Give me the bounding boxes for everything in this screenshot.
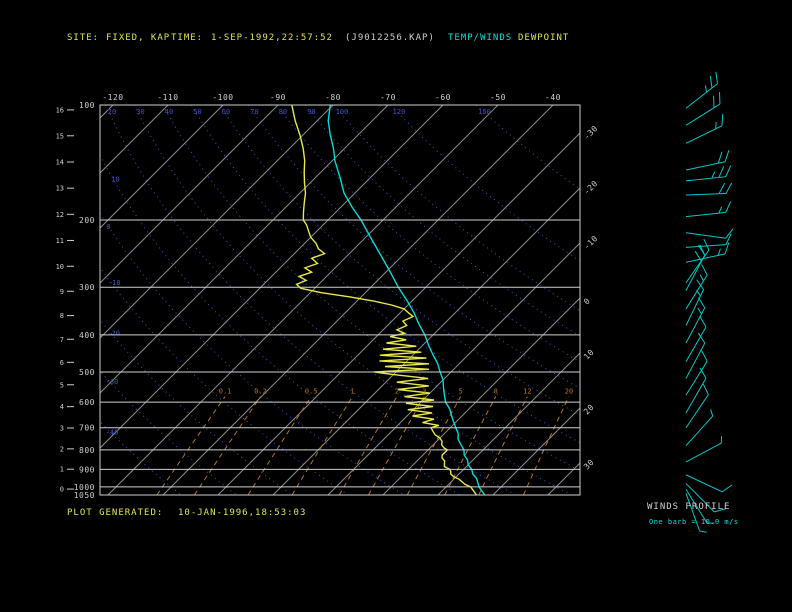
- svg-text:100: 100: [336, 108, 349, 116]
- svg-text:-40: -40: [545, 93, 561, 102]
- svg-text:5: 5: [60, 381, 64, 389]
- winds-profile-barbs: [685, 71, 734, 533]
- svg-text:-70: -70: [380, 93, 396, 102]
- svg-text:200: 200: [79, 216, 95, 225]
- temperature-trace: [327, 105, 486, 495]
- svg-text:12: 12: [523, 388, 531, 396]
- winds-profile-title: WINDS PROFILE: [647, 502, 731, 512]
- svg-text:-20: -20: [107, 329, 120, 337]
- svg-text:150: 150: [478, 108, 491, 116]
- svg-text:-30: -30: [106, 378, 119, 386]
- svg-text:1: 1: [60, 466, 64, 474]
- svg-text:0: 0: [106, 223, 110, 231]
- svg-text:0: 0: [60, 486, 64, 494]
- svg-text:120: 120: [393, 108, 406, 116]
- svg-text:15: 15: [56, 132, 64, 140]
- svg-text:90: 90: [307, 108, 315, 116]
- svg-text:-10: -10: [582, 234, 600, 252]
- svg-text:8: 8: [494, 388, 498, 396]
- svg-text:3: 3: [60, 425, 64, 433]
- svg-text:9: 9: [60, 288, 64, 296]
- svg-text:-80: -80: [325, 93, 341, 102]
- svg-text:-30: -30: [582, 124, 600, 142]
- svg-text:-90: -90: [270, 93, 286, 102]
- svg-text:30: 30: [582, 458, 596, 472]
- svg-text:900: 900: [79, 465, 95, 474]
- plot-generated-value: 10-JAN-1996,18:53:03: [178, 508, 307, 518]
- svg-text:20: 20: [108, 108, 116, 116]
- svg-text:0: 0: [582, 296, 592, 306]
- svg-text:20: 20: [582, 403, 596, 417]
- svg-text:100: 100: [79, 101, 95, 110]
- svg-text:10: 10: [582, 348, 596, 362]
- svg-text:300: 300: [79, 283, 95, 292]
- svg-text:3: 3: [422, 388, 426, 396]
- svg-text:500: 500: [79, 368, 95, 377]
- svg-text:80: 80: [279, 108, 287, 116]
- svg-text:0.5: 0.5: [305, 388, 318, 396]
- svg-text:600: 600: [79, 398, 95, 407]
- svg-text:30: 30: [136, 108, 144, 116]
- svg-text:6: 6: [60, 359, 64, 367]
- svg-text:13: 13: [56, 185, 64, 193]
- svg-text:50: 50: [193, 108, 201, 116]
- plot-generated-label: PLOT GENERATED:: [67, 508, 164, 518]
- skewt-app: SITE: FIXED, KAP TIME: 1-SEP-1992,22:57:…: [0, 0, 792, 612]
- svg-text:16: 16: [56, 106, 64, 114]
- svg-text:8: 8: [60, 312, 64, 320]
- svg-text:20: 20: [565, 388, 573, 396]
- svg-text:11: 11: [56, 237, 64, 245]
- svg-text:-20: -20: [582, 179, 600, 197]
- svg-text:2: 2: [60, 445, 64, 453]
- svg-text:60: 60: [222, 108, 230, 116]
- svg-text:800: 800: [79, 446, 95, 455]
- svg-text:-50: -50: [490, 93, 506, 102]
- svg-text:1050: 1050: [74, 491, 95, 500]
- svg-text:-100: -100: [212, 93, 233, 102]
- svg-text:10: 10: [111, 175, 119, 183]
- svg-text:0.1: 0.1: [219, 388, 232, 396]
- svg-text:-120: -120: [102, 93, 123, 102]
- svg-text:70: 70: [250, 108, 258, 116]
- svg-text:400: 400: [79, 331, 95, 340]
- plot-area: [100, 105, 580, 495]
- svg-text:-40: -40: [106, 428, 119, 436]
- svg-text:-110: -110: [157, 93, 178, 102]
- svg-text:0.2: 0.2: [254, 388, 267, 396]
- svg-text:2: 2: [395, 388, 399, 396]
- svg-text:4: 4: [60, 403, 64, 411]
- svg-text:40: 40: [165, 108, 173, 116]
- svg-text:-60: -60: [435, 93, 451, 102]
- winds-profile-note: One barb = 10.0 m/s: [649, 518, 739, 526]
- svg-text:14: 14: [56, 158, 64, 166]
- svg-text:5: 5: [459, 388, 463, 396]
- svg-text:12: 12: [56, 211, 64, 219]
- svg-text:-10: -10: [108, 279, 121, 287]
- svg-text:10: 10: [56, 263, 64, 271]
- svg-text:7: 7: [60, 336, 64, 344]
- svg-text:1: 1: [350, 388, 354, 396]
- svg-text:700: 700: [79, 424, 95, 433]
